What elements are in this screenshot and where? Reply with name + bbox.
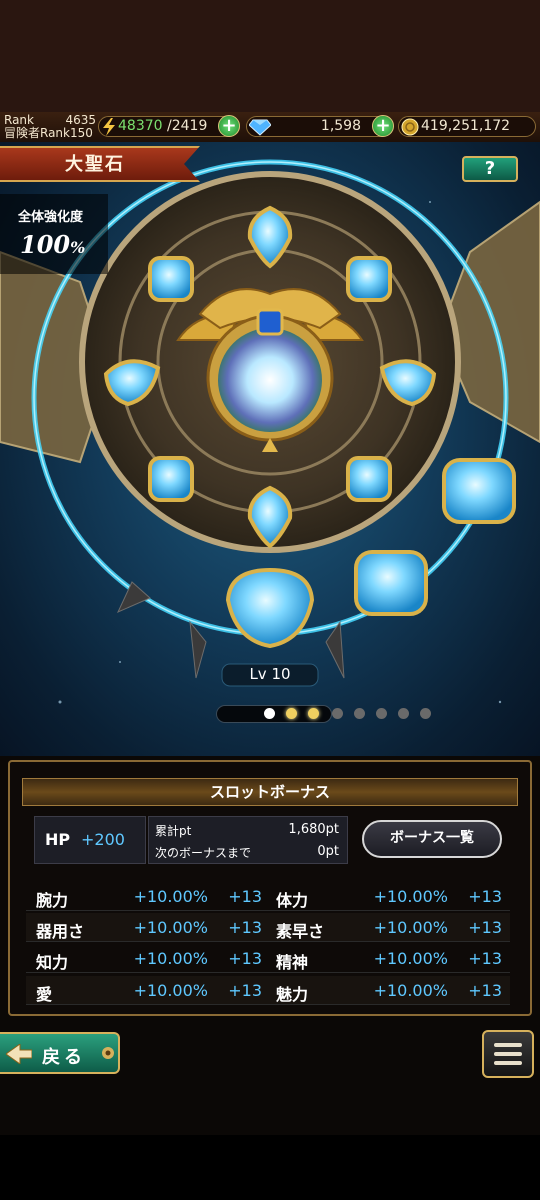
ornament-icon	[102, 1047, 114, 1059]
enhancement-number: 100	[20, 230, 71, 259]
page-title: 大聖石	[65, 154, 125, 175]
stat-percent: +10.00%	[373, 918, 448, 937]
stat-percent: +10.00%	[373, 981, 448, 1000]
menu-button[interactable]	[482, 1030, 534, 1078]
stamina-current: 48370	[118, 118, 163, 134]
stat-add: +13	[468, 981, 502, 1000]
cumulative-value: 1,680pt	[288, 822, 339, 837]
stat-percent: +10.00%	[133, 981, 208, 1000]
next-bonus-label: 次のボーナスまで	[155, 846, 252, 860]
back-label: 戻る	[42, 1047, 86, 1068]
arrow-left-icon	[6, 1044, 32, 1064]
stat-add: +13	[468, 918, 502, 937]
stat-name: 魅力	[276, 985, 309, 1004]
cumulative-label: 累計pt	[155, 824, 192, 838]
stat-row: 知力 +10.00% +13 精神 +10.00% +13	[26, 944, 510, 973]
stat-percent: +10.00%	[373, 887, 448, 906]
points-box: 累計pt 1,680pt 次のボーナスまで 0pt	[148, 816, 348, 864]
page-dot[interactable]	[332, 708, 343, 719]
adventurer-rank: 冒険者Rank150	[4, 126, 93, 140]
great-holystone-view: 大聖石 ? 全体強化度 100% Lv 10	[0, 142, 540, 756]
page-dot[interactable]	[398, 708, 409, 719]
add-stamina-button[interactable]: +	[218, 115, 240, 137]
top-status-area	[0, 0, 540, 112]
stat-name: 器用さ	[36, 922, 85, 941]
enhancement-unit: %	[70, 238, 86, 257]
coin-icon	[401, 118, 419, 136]
rank-value: 4635	[65, 113, 96, 127]
level-label: Lv 10	[249, 665, 291, 683]
page-dot[interactable]	[354, 708, 365, 719]
page-indicator	[216, 705, 436, 723]
stat-name: 体力	[276, 891, 309, 910]
page-dot[interactable]	[264, 708, 275, 719]
stat-row: 器用さ +10.00% +13 素早さ +10.00% +13	[26, 913, 510, 942]
stat-add: +13	[468, 887, 502, 906]
stat-name: 腕力	[36, 891, 69, 910]
hamburger-line	[494, 1043, 522, 1047]
gold-count: 419,251,172	[421, 118, 511, 134]
stat-add: +13	[228, 887, 262, 906]
hp-label: HP	[45, 830, 71, 849]
rank-label: Rank	[4, 113, 34, 127]
overall-enhancement-label: 全体強化度	[18, 210, 84, 225]
hp-value: +200	[81, 830, 125, 849]
gem-count: 1,598	[320, 118, 361, 134]
bottom-area	[0, 1135, 540, 1200]
next-bonus-row: 次のボーナスまで 0pt	[155, 844, 343, 862]
stat-percent: +10.00%	[373, 949, 448, 968]
hamburger-line	[494, 1061, 522, 1065]
stamina-max: /2419	[167, 118, 208, 134]
stat-add: +13	[228, 918, 262, 937]
hp-bonus-box: HP +200	[34, 816, 146, 864]
next-bonus-value: 0pt	[317, 844, 339, 859]
slot-bonus-header: スロットボーナス	[22, 778, 518, 806]
help-button[interactable]: ?	[462, 156, 518, 182]
stat-name: 素早さ	[276, 922, 325, 941]
resource-hud: Rank 4635 冒険者Rank150 48370 /2419 + 1,598…	[0, 112, 540, 143]
stat-percent: +10.00%	[133, 887, 208, 906]
stat-add: +13	[228, 949, 262, 968]
gold-pill: 419,251,172	[398, 116, 536, 137]
stat-row: 愛 +10.00% +13 魅力 +10.00% +13	[26, 976, 510, 1005]
stat-name: 知力	[36, 953, 69, 972]
gem-pill: 1,598	[246, 116, 392, 137]
add-gem-button[interactable]: +	[372, 115, 394, 137]
page-dot[interactable]	[420, 708, 431, 719]
hamburger-line	[494, 1052, 522, 1056]
page-dot[interactable]	[376, 708, 387, 719]
stat-name: 精神	[276, 953, 309, 972]
overall-enhancement-panel: 全体強化度 100%	[0, 194, 108, 274]
back-button[interactable]: 戻る	[0, 1032, 120, 1074]
stat-row: 腕力 +10.00% +13 体力 +10.00% +13	[26, 882, 510, 911]
stat-percent: +10.00%	[133, 949, 208, 968]
lightning-icon	[103, 118, 115, 136]
overall-enhancement-value: 100%	[20, 230, 85, 259]
stat-name: 愛	[36, 985, 53, 1004]
stat-add: +13	[468, 949, 502, 968]
page-dot[interactable]	[286, 708, 297, 719]
adventurer-rank-value: 150	[69, 126, 93, 140]
adventurer-rank-label: 冒険者Rank	[4, 126, 70, 140]
stat-add: +13	[228, 981, 262, 1000]
bonus-list-button[interactable]: ボーナス一覧	[362, 820, 502, 858]
cumulative-row: 累計pt 1,680pt	[155, 822, 343, 840]
page-dot[interactable]	[308, 708, 319, 719]
stat-percent: +10.00%	[133, 918, 208, 937]
diamond-icon	[249, 119, 271, 136]
